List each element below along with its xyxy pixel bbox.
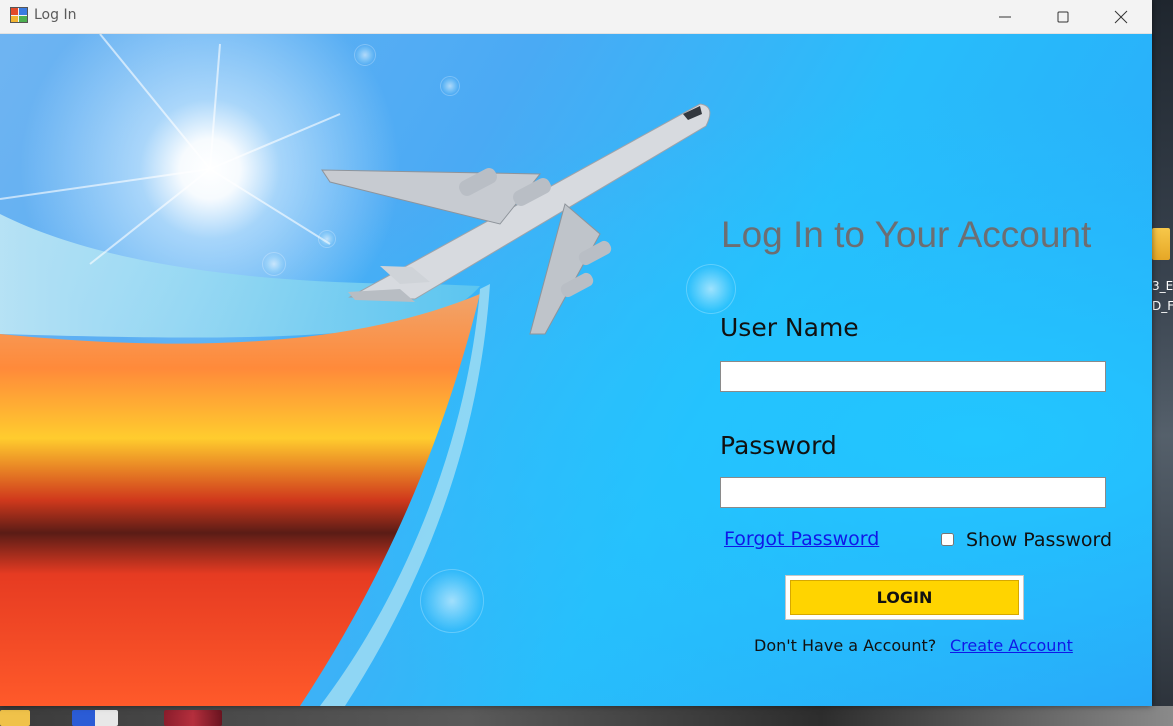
decorative-bubble [440, 76, 460, 96]
create-account-link[interactable]: Create Account [950, 636, 1073, 655]
minimize-button[interactable] [976, 0, 1034, 33]
minimize-icon [999, 16, 1011, 17]
login-form-client-area: Log In to Your Account User Name Passwor… [0, 34, 1152, 706]
desktop-background [1152, 0, 1173, 726]
decorative-bubble [262, 252, 286, 276]
maximize-icon [1057, 11, 1069, 22]
taskbar-archive-icon[interactable] [164, 710, 222, 726]
login-button[interactable]: LOGIN [790, 580, 1019, 615]
username-input[interactable] [720, 361, 1106, 392]
maximize-button[interactable] [1034, 0, 1092, 33]
window-title: Log In [34, 7, 77, 23]
username-label: User Name [720, 313, 859, 342]
airplane-illustration [321, 103, 711, 335]
background-illustration [0, 34, 711, 706]
taskbar-word-icon[interactable] [72, 710, 118, 726]
desktop-folder-icon[interactable] [1152, 228, 1170, 260]
show-password-checkbox[interactable] [941, 533, 954, 546]
show-password-label[interactable]: Show Password [966, 529, 1112, 551]
close-icon [1114, 10, 1128, 23]
decorative-bubble [686, 264, 736, 314]
decorative-bubble [354, 44, 376, 66]
login-window: Log In Log In to Your Account User Name … [0, 0, 1152, 706]
forgot-password-link[interactable]: Forgot Password [724, 528, 879, 550]
decorative-bubble [420, 569, 484, 633]
login-button-frame: LOGIN [785, 575, 1024, 620]
winforms-app-icon [10, 7, 28, 23]
decorative-bubble [318, 230, 336, 248]
close-button[interactable] [1092, 0, 1150, 33]
password-label: Password [720, 431, 837, 460]
password-input[interactable] [720, 477, 1106, 508]
taskbar-folder-icon[interactable] [0, 710, 30, 726]
title-bar[interactable]: Log In [0, 0, 1152, 34]
login-heading: Log In to Your Account [721, 214, 1092, 255]
desktop-file-label-2: D_F [1152, 299, 1173, 313]
desktop-file-label-1: 3_E [1152, 279, 1173, 293]
no-account-text: Don't Have a Account? [754, 636, 937, 655]
